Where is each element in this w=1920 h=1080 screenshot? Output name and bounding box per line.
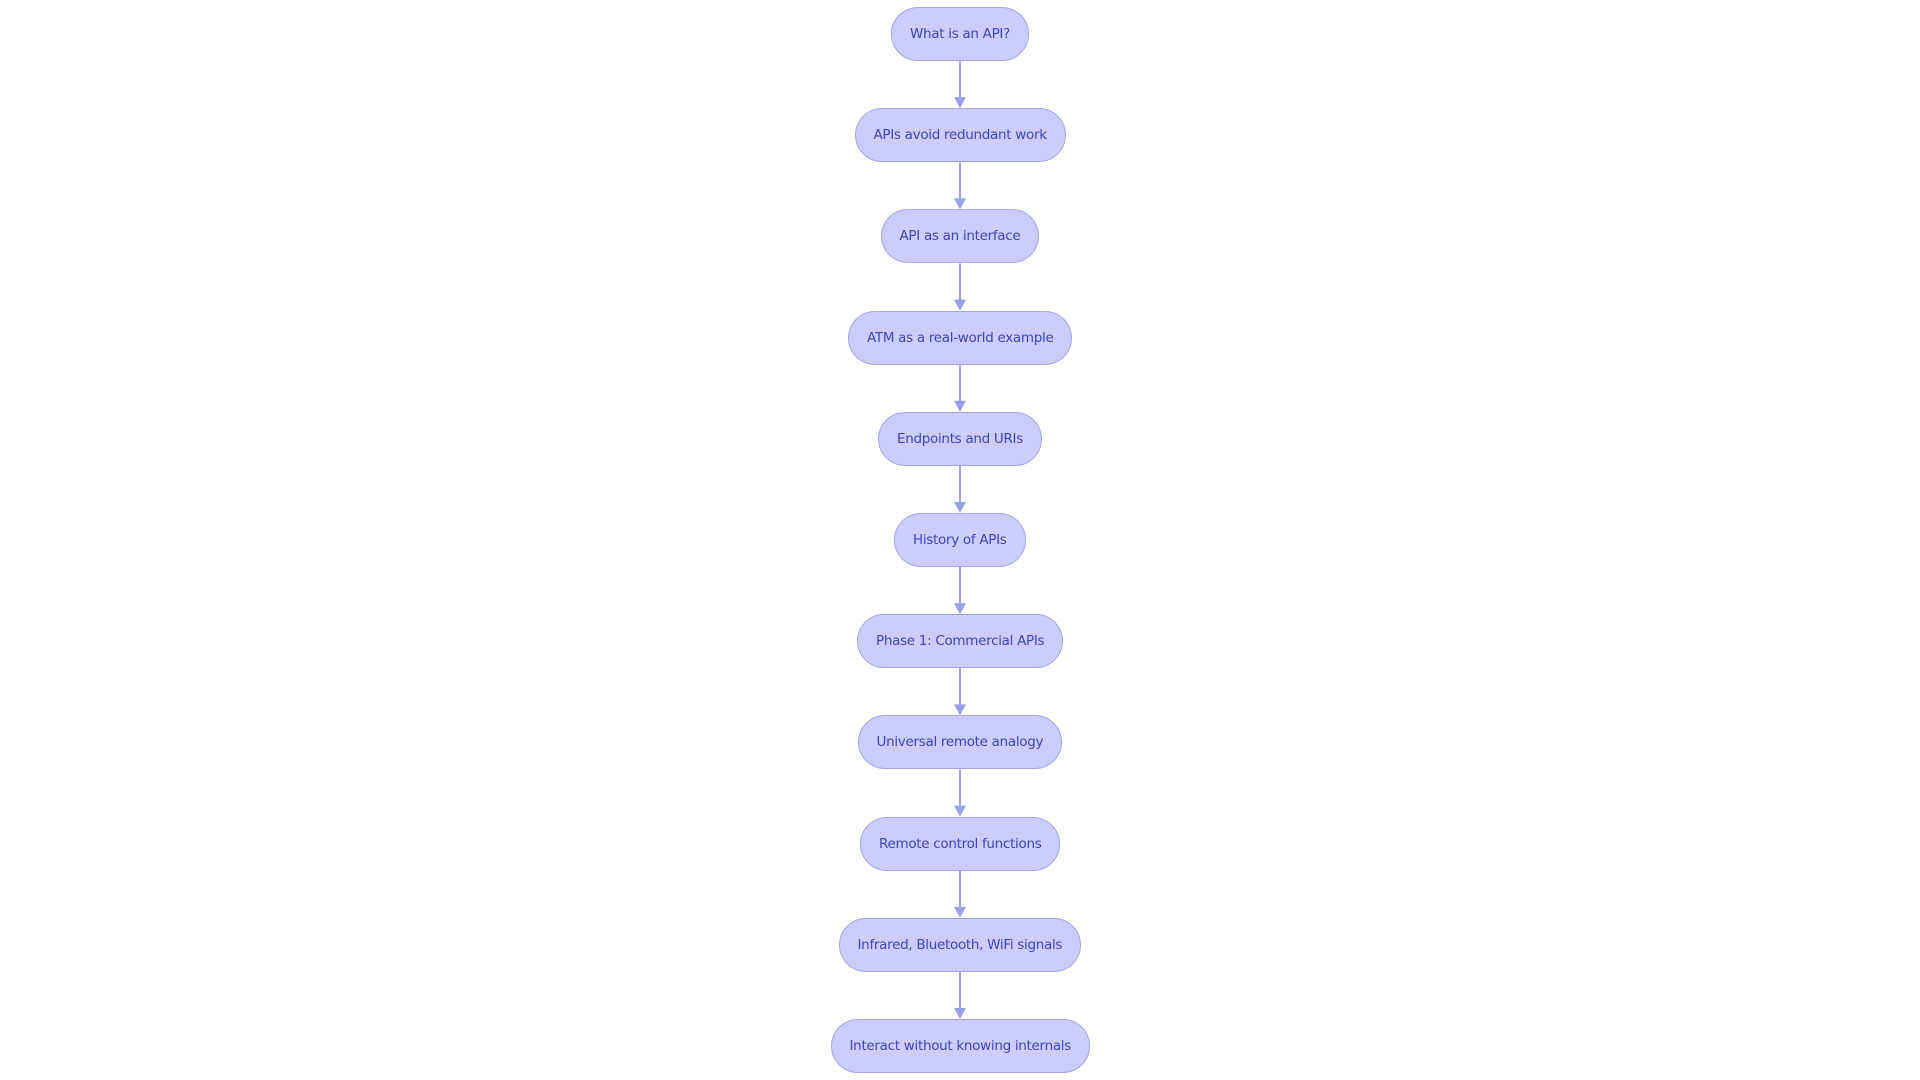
- arrowhead-icon: [954, 400, 966, 412]
- flowchart-node[interactable]: Endpoints and URIs: [878, 411, 1042, 466]
- arrowhead-icon: [954, 906, 966, 918]
- node-label: History of APIs: [913, 532, 1007, 548]
- flowchart-node[interactable]: History of APIs: [894, 513, 1026, 567]
- arrowhead-icon: [954, 805, 966, 817]
- node-label: APIs avoid redundant work: [873, 127, 1048, 144]
- flowchart-node[interactable]: APIs avoid redundant work: [854, 108, 1066, 163]
- flowchart-node[interactable]: What is an API?: [891, 7, 1029, 61]
- arrowhead-icon: [954, 198, 966, 210]
- node-label: Phase 1: Commercial APIs: [876, 633, 1045, 650]
- flowchart-node[interactable]: Universal remote analogy: [857, 715, 1063, 770]
- arrowhead-icon: [954, 704, 966, 716]
- node-label: ATM as a real-world example: [867, 329, 1054, 346]
- node-label: Universal remote analogy: [876, 734, 1044, 751]
- flowchart: What is an API? APIs avoid redundant work…: [0, 0, 1920, 1080]
- arrowhead-icon: [954, 299, 966, 311]
- flowchart-node[interactable]: API as an interface: [880, 209, 1040, 264]
- flowchart-node[interactable]: ATM as a real-world example: [848, 310, 1073, 365]
- flowchart-node[interactable]: Interact without knowing internals: [830, 1019, 1090, 1073]
- arrowhead-icon: [954, 97, 966, 109]
- node-label: What is an API?: [910, 26, 1010, 42]
- flowchart-node[interactable]: Infrared, Bluetooth, WiFi signals: [838, 917, 1082, 972]
- flowchart-node[interactable]: Phase 1: Commercial APIs: [857, 614, 1064, 669]
- arrowhead-icon: [954, 502, 966, 513]
- node-label: Remote control functions: [879, 835, 1042, 852]
- node-label: Infrared, Bluetooth, WiFi signals: [857, 936, 1063, 953]
- node-label: Endpoints and URIs: [897, 430, 1023, 447]
- arrowhead-icon: [954, 603, 966, 615]
- node-label: Interact without knowing internals: [849, 1038, 1072, 1054]
- node-label: API as an interface: [899, 228, 1021, 245]
- flowchart-node[interactable]: Remote control functions: [860, 816, 1061, 871]
- arrowhead-icon: [954, 1008, 966, 1019]
